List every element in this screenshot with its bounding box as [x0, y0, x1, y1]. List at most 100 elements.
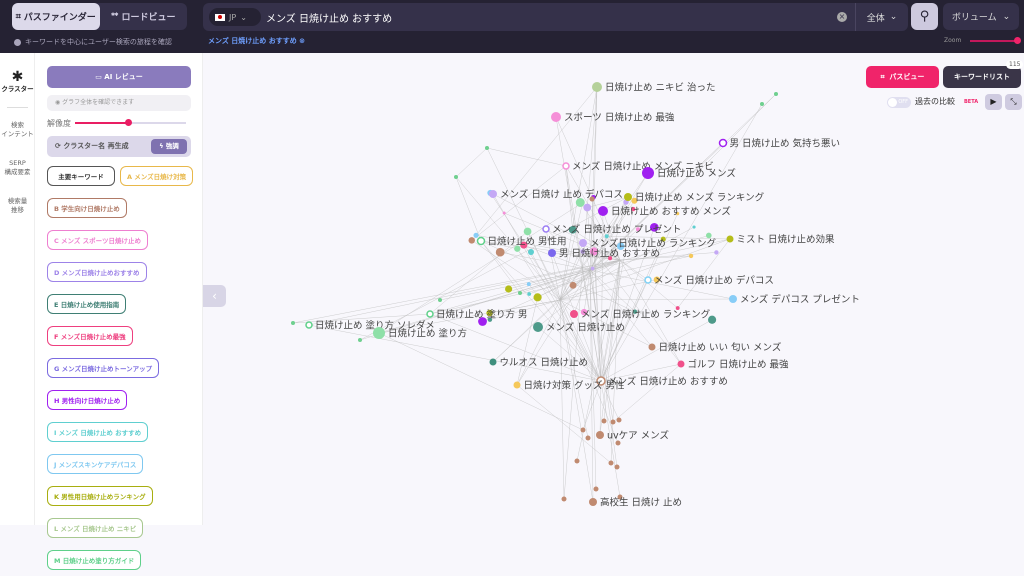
- graph-node[interactable]: [533, 322, 543, 332]
- graph-node[interactable]: [677, 360, 685, 368]
- graph-node[interactable]: [760, 102, 764, 106]
- graph-node[interactable]: [644, 276, 652, 284]
- graph-node-label: 男 日焼け止め 気持ち悪い: [730, 138, 841, 150]
- graph-node[interactable]: [726, 235, 734, 243]
- graph-node[interactable]: [291, 321, 295, 325]
- graph-node[interactable]: [513, 381, 521, 389]
- graph-node-label: 日焼け止め おすすめ メンズ: [611, 206, 731, 218]
- graph-node-label: メンズ 日焼け止め おすすめ: [608, 376, 728, 388]
- beta-badge: BETA: [964, 99, 979, 105]
- graph-node[interactable]: [527, 292, 532, 296]
- graph-node[interactable]: [579, 239, 587, 247]
- cluster-chip[interactable]: M 日焼け止め塗り方ガイド: [47, 550, 142, 570]
- graph-edge: [486, 147, 567, 167]
- graph-node[interactable]: [505, 285, 513, 293]
- compare-label: 過去の比較: [915, 97, 955, 106]
- graph-node[interactable]: [526, 282, 531, 287]
- graph-node[interactable]: [495, 247, 505, 257]
- graph-node[interactable]: [489, 190, 497, 198]
- keyword-list-button[interactable]: キーワードリスト: [943, 66, 1021, 88]
- graph-node[interactable]: [598, 206, 608, 216]
- graph-node[interactable]: [590, 266, 595, 271]
- graph-node[interactable]: [585, 435, 591, 441]
- graph-node[interactable]: [523, 227, 532, 236]
- graph-node[interactable]: [592, 82, 602, 92]
- graph-node[interactable]: [542, 225, 550, 233]
- graph-node[interactable]: [569, 281, 577, 289]
- graph-node-label: メンズ 日焼け止め: [546, 322, 625, 334]
- graph-node-label: メンズ 日焼け止め デパコス: [654, 275, 774, 287]
- graph-node[interactable]: [426, 310, 434, 318]
- graph-node[interactable]: [583, 203, 592, 212]
- graph-node[interactable]: [774, 92, 778, 96]
- graph-node[interactable]: [610, 419, 616, 425]
- keyword-count-badge: 115: [1006, 60, 1024, 69]
- graph-node[interactable]: [476, 236, 486, 246]
- graph-node-label: 男 日焼け止め おすすめ: [559, 248, 660, 260]
- play-button[interactable]: ▶: [985, 94, 1002, 110]
- graph-node[interactable]: [373, 327, 385, 339]
- graph-edge: [559, 299, 589, 439]
- graph-edge: [529, 259, 621, 295]
- graph-node[interactable]: [562, 162, 570, 170]
- graph-node-label: 日焼け止め いい 匂い メンズ: [659, 342, 782, 354]
- graph-edges: [292, 86, 777, 503]
- graph-node[interactable]: [616, 417, 622, 423]
- graph-edge: [559, 299, 619, 444]
- graph-edge: [455, 176, 482, 242]
- graph-node[interactable]: [485, 146, 489, 150]
- graph-node-label: スポーツ 日焼け止め 最強: [564, 112, 675, 124]
- graph-node[interactable]: [714, 250, 719, 255]
- graph-node[interactable]: [551, 112, 561, 122]
- graph-edge: [516, 384, 612, 464]
- graph-node[interactable]: [648, 343, 656, 351]
- graph-node[interactable]: [580, 427, 586, 433]
- graph-node[interactable]: [489, 358, 497, 366]
- fit-view-button[interactable]: ⤡: [1005, 94, 1022, 110]
- graph-node[interactable]: [718, 138, 728, 148]
- graph-edge: [429, 255, 692, 315]
- graph-node[interactable]: [358, 338, 362, 342]
- graph-node[interactable]: [305, 321, 313, 329]
- graph-edge: [603, 259, 621, 422]
- path-view-button[interactable]: ⌗ パスビュー: [866, 66, 939, 88]
- graph-node[interactable]: [614, 464, 620, 470]
- graph-node-label: 高校生 日焼け 止め: [600, 497, 682, 509]
- collapse-arrows-icon: ⤡: [1010, 97, 1017, 106]
- graph-edge: [439, 269, 591, 301]
- graph-node-label: 日焼け止め ニキビ 治った: [605, 82, 716, 94]
- graph-node-label: ミスト 日焼け止め効果: [737, 234, 836, 246]
- graph-node[interactable]: [688, 253, 694, 259]
- graph-node-label: 日焼け止め メンズ: [657, 168, 736, 180]
- graph-node[interactable]: [624, 193, 632, 201]
- graph-edge: [455, 147, 488, 178]
- play-icon: ▶: [990, 97, 997, 106]
- graph-node[interactable]: [608, 460, 614, 466]
- graph-node[interactable]: [596, 431, 604, 439]
- graph-node[interactable]: [642, 167, 654, 179]
- graph-node[interactable]: [692, 225, 696, 229]
- graph-node[interactable]: [574, 458, 580, 464]
- graph-node[interactable]: [454, 175, 458, 179]
- graph-node[interactable]: [473, 232, 479, 238]
- graph-node[interactable]: [438, 298, 442, 302]
- graph-node-label: uvケア メンズ: [607, 430, 669, 442]
- graph-node[interactable]: [729, 295, 737, 303]
- graph-node[interactable]: [518, 291, 522, 295]
- graph-node-label: 日焼け止め メンズ ランキング: [635, 192, 765, 204]
- graph-node[interactable]: [533, 293, 542, 302]
- graph-node[interactable]: [527, 249, 535, 256]
- graph-node[interactable]: [502, 211, 506, 215]
- compare-toggle[interactable]: OFF: [887, 97, 911, 108]
- graph-node[interactable]: [548, 249, 556, 257]
- graph-node-label: メンズ 日焼け止め ランキング: [581, 309, 711, 321]
- graph-node[interactable]: [468, 237, 476, 244]
- graph-node[interactable]: [589, 498, 597, 506]
- graph-node[interactable]: [570, 310, 578, 318]
- graph-node[interactable]: [561, 496, 567, 502]
- graph-node[interactable]: [705, 232, 712, 239]
- graph-node[interactable]: [593, 486, 599, 492]
- path-icon: ⌗: [880, 72, 890, 81]
- graph-node[interactable]: [601, 418, 607, 424]
- graph-node-label: 日焼け止め 塗り方: [388, 328, 467, 340]
